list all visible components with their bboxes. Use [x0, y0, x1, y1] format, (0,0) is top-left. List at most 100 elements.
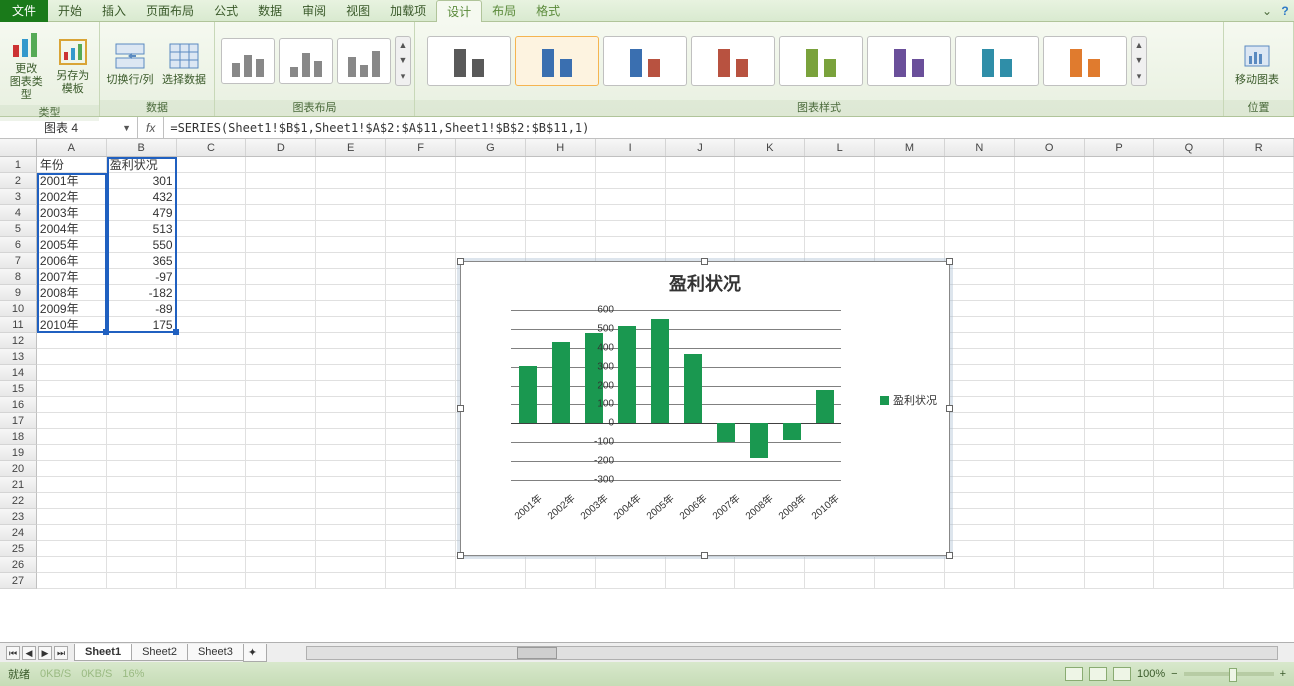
- cell-F21[interactable]: [386, 477, 456, 493]
- cell-D14[interactable]: [246, 365, 316, 381]
- cell-B15[interactable]: [107, 381, 177, 397]
- cell-Q4[interactable]: [1154, 205, 1224, 221]
- cell-G26[interactable]: [456, 557, 526, 573]
- cell-K4[interactable]: [735, 205, 805, 221]
- cell-E2[interactable]: [316, 173, 386, 189]
- cell-N13[interactable]: [945, 349, 1015, 365]
- cell-P4[interactable]: [1085, 205, 1155, 221]
- cell-B27[interactable]: [107, 573, 177, 589]
- cell-R20[interactable]: [1224, 461, 1294, 477]
- cell-O27[interactable]: [1015, 573, 1085, 589]
- sheet-tab-1[interactable]: Sheet1: [74, 644, 132, 661]
- cell-E5[interactable]: [316, 221, 386, 237]
- cell-L1[interactable]: [805, 157, 875, 173]
- cell-N26[interactable]: [945, 557, 1015, 573]
- cell-Q2[interactable]: [1154, 173, 1224, 189]
- cell-L27[interactable]: [805, 573, 875, 589]
- cell-G4[interactable]: [456, 205, 526, 221]
- row-header-6[interactable]: 6: [0, 237, 37, 253]
- cell-J5[interactable]: [666, 221, 736, 237]
- cell-Q19[interactable]: [1154, 445, 1224, 461]
- cell-E27[interactable]: [316, 573, 386, 589]
- cell-O26[interactable]: [1015, 557, 1085, 573]
- cell-R27[interactable]: [1224, 573, 1294, 589]
- cell-N10[interactable]: [945, 301, 1015, 317]
- cell-B10[interactable]: -89: [107, 301, 177, 317]
- cell-O3[interactable]: [1015, 189, 1085, 205]
- cell-P2[interactable]: [1085, 173, 1155, 189]
- row-header-7[interactable]: 7: [0, 253, 37, 269]
- cell-M2[interactable]: [875, 173, 945, 189]
- cell-R6[interactable]: [1224, 237, 1294, 253]
- cell-F2[interactable]: [386, 173, 456, 189]
- cell-P27[interactable]: [1085, 573, 1155, 589]
- cell-P21[interactable]: [1085, 477, 1155, 493]
- sheet-tab-3[interactable]: Sheet3: [187, 644, 244, 661]
- cell-R26[interactable]: [1224, 557, 1294, 573]
- cell-N2[interactable]: [945, 173, 1015, 189]
- cell-F26[interactable]: [386, 557, 456, 573]
- cell-Q16[interactable]: [1154, 397, 1224, 413]
- zoom-out-button[interactable]: −: [1171, 668, 1177, 680]
- cell-R10[interactable]: [1224, 301, 1294, 317]
- style-thumb-1[interactable]: [427, 36, 511, 86]
- bar-2008年[interactable]: [750, 423, 768, 457]
- cell-D12[interactable]: [246, 333, 316, 349]
- cell-F11[interactable]: [386, 317, 456, 333]
- view-pagebreak-button[interactable]: [1113, 667, 1131, 681]
- cell-B7[interactable]: 365: [107, 253, 177, 269]
- cell-G27[interactable]: [456, 573, 526, 589]
- cell-J4[interactable]: [666, 205, 736, 221]
- tab-chart-format[interactable]: 格式: [526, 0, 570, 22]
- row-header-3[interactable]: 3: [0, 189, 37, 205]
- row-header-24[interactable]: 24: [0, 525, 37, 541]
- cell-O5[interactable]: [1015, 221, 1085, 237]
- cell-F9[interactable]: [386, 285, 456, 301]
- zoom-level[interactable]: 100%: [1137, 668, 1165, 680]
- cell-C7[interactable]: [177, 253, 247, 269]
- cell-P20[interactable]: [1085, 461, 1155, 477]
- layout-thumb-2[interactable]: [279, 38, 333, 84]
- cell-O19[interactable]: [1015, 445, 1085, 461]
- cell-A26[interactable]: [37, 557, 107, 573]
- cell-C17[interactable]: [177, 413, 247, 429]
- cell-C27[interactable]: [177, 573, 247, 589]
- cell-P9[interactable]: [1085, 285, 1155, 301]
- cell-R14[interactable]: [1224, 365, 1294, 381]
- cell-O24[interactable]: [1015, 525, 1085, 541]
- cell-C13[interactable]: [177, 349, 247, 365]
- cell-Q9[interactable]: [1154, 285, 1224, 301]
- row-header-1[interactable]: 1: [0, 157, 37, 173]
- cell-G3[interactable]: [456, 189, 526, 205]
- cell-R2[interactable]: [1224, 173, 1294, 189]
- cell-P1[interactable]: [1085, 157, 1155, 173]
- cell-A4[interactable]: 2003年: [37, 205, 107, 221]
- new-sheet-button[interactable]: ✦: [243, 644, 267, 662]
- cell-E10[interactable]: [316, 301, 386, 317]
- row-header-8[interactable]: 8: [0, 269, 37, 285]
- cell-B8[interactable]: -97: [107, 269, 177, 285]
- tab-view[interactable]: 视图: [336, 0, 380, 22]
- cell-E8[interactable]: [316, 269, 386, 285]
- cell-N27[interactable]: [945, 573, 1015, 589]
- cell-D4[interactable]: [246, 205, 316, 221]
- cell-C8[interactable]: [177, 269, 247, 285]
- col-header-M[interactable]: M: [875, 139, 945, 156]
- cell-Q21[interactable]: [1154, 477, 1224, 493]
- cell-I2[interactable]: [596, 173, 666, 189]
- cell-B20[interactable]: [107, 461, 177, 477]
- cell-Q15[interactable]: [1154, 381, 1224, 397]
- row-header-20[interactable]: 20: [0, 461, 37, 477]
- cell-J27[interactable]: [666, 573, 736, 589]
- col-header-Q[interactable]: Q: [1154, 139, 1224, 156]
- cell-N16[interactable]: [945, 397, 1015, 413]
- cell-B1[interactable]: 盈利状况: [107, 157, 177, 173]
- cell-F18[interactable]: [386, 429, 456, 445]
- cell-F17[interactable]: [386, 413, 456, 429]
- cell-B19[interactable]: [107, 445, 177, 461]
- cell-D26[interactable]: [246, 557, 316, 573]
- chart-legend[interactable]: 盈利状况: [880, 392, 937, 408]
- cell-P10[interactable]: [1085, 301, 1155, 317]
- cell-D27[interactable]: [246, 573, 316, 589]
- cell-C24[interactable]: [177, 525, 247, 541]
